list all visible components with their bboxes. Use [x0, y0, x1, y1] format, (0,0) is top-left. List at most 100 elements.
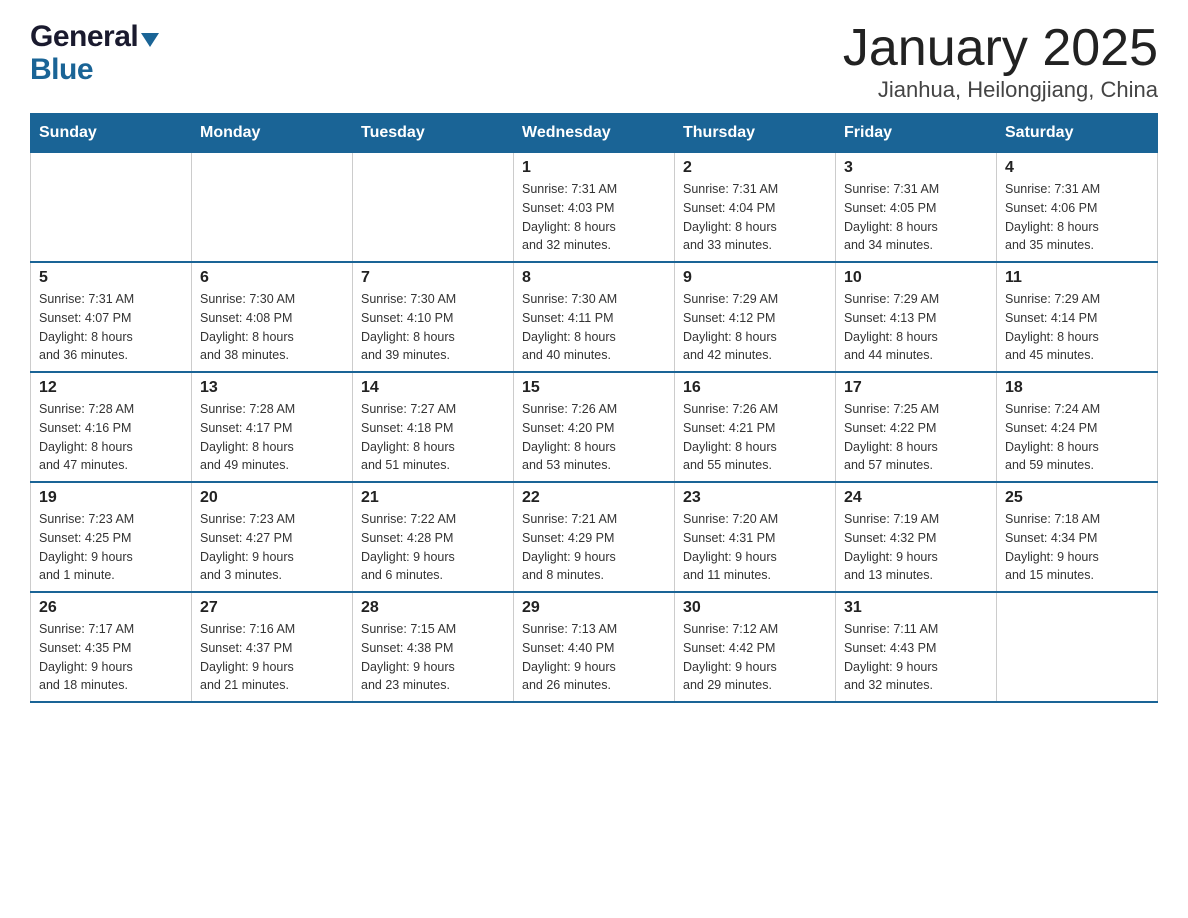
calendar-week-row: 1 Sunrise: 7:31 AMSunset: 4:03 PMDaylight… — [31, 153, 1158, 263]
day-info: Sunrise: 7:31 AMSunset: 4:07 PMDaylight:… — [39, 290, 183, 365]
day-number: 9 — [683, 269, 827, 287]
calendar-cell: 31 Sunrise: 7:11 AMSunset: 4:43 PMDayligh… — [836, 592, 997, 702]
day-info: Sunrise: 7:21 AMSunset: 4:29 PMDaylight:… — [522, 510, 666, 585]
calendar-cell: 11Sunrise: 7:29 AMSunset: 4:14 PMDayligh… — [997, 262, 1158, 372]
day-info: Sunrise: 7:24 AMSunset: 4:24 PMDaylight:… — [1005, 400, 1149, 475]
day-info: Sunrise: 7:15 AMSunset: 4:38 PMDaylight:… — [361, 620, 505, 695]
logo-general-text: General — [30, 20, 138, 53]
calendar-cell: 20 Sunrise: 7:23 AMSunset: 4:27 PMDayligh… — [192, 482, 353, 592]
day-number: 1 — [522, 159, 666, 177]
day-info: Sunrise: 7:18 AMSunset: 4:34 PMDaylight:… — [1005, 510, 1149, 585]
calendar-day-header: Saturday — [997, 114, 1158, 153]
calendar-body: 1 Sunrise: 7:31 AMSunset: 4:03 PMDaylight… — [31, 153, 1158, 703]
calendar-cell: 9 Sunrise: 7:29 AMSunset: 4:12 PMDaylight… — [675, 262, 836, 372]
day-info: Sunrise: 7:23 AMSunset: 4:25 PMDaylight:… — [39, 510, 183, 585]
day-number: 6 — [200, 269, 344, 287]
day-number: 31 — [844, 599, 988, 617]
day-number: 18 — [1005, 379, 1149, 397]
day-info: Sunrise: 7:31 AMSunset: 4:03 PMDaylight:… — [522, 180, 666, 255]
calendar-table: SundayMondayTuesdayWednesdayThursdayFrid… — [30, 113, 1158, 703]
day-info: Sunrise: 7:13 AMSunset: 4:40 PMDaylight:… — [522, 620, 666, 695]
day-info: Sunrise: 7:29 AMSunset: 4:12 PMDaylight:… — [683, 290, 827, 365]
day-number: 15 — [522, 379, 666, 397]
day-number: 24 — [844, 489, 988, 507]
page-title: January 2025 — [843, 20, 1158, 77]
day-number: 13 — [200, 379, 344, 397]
day-number: 3 — [844, 159, 988, 177]
day-number: 30 — [683, 599, 827, 617]
calendar-cell — [997, 592, 1158, 702]
calendar-cell: 24 Sunrise: 7:19 AMSunset: 4:32 PMDayligh… — [836, 482, 997, 592]
day-info: Sunrise: 7:26 AMSunset: 4:20 PMDaylight:… — [522, 400, 666, 475]
day-info: Sunrise: 7:31 AMSunset: 4:06 PMDaylight:… — [1005, 180, 1149, 255]
calendar-cell: 18 Sunrise: 7:24 AMSunset: 4:24 PMDayligh… — [997, 372, 1158, 482]
day-number: 4 — [1005, 159, 1149, 177]
day-number: 26 — [39, 599, 183, 617]
calendar-cell: 26 Sunrise: 7:17 AMSunset: 4:35 PMDayligh… — [31, 592, 192, 702]
day-number: 28 — [361, 599, 505, 617]
day-number: 22 — [522, 489, 666, 507]
calendar-cell: 6Sunrise: 7:30 AMSunset: 4:08 PMDaylight… — [192, 262, 353, 372]
day-number: 14 — [361, 379, 505, 397]
calendar-header: SundayMondayTuesdayWednesdayThursdayFrid… — [31, 114, 1158, 153]
day-number: 10 — [844, 269, 988, 287]
day-number: 21 — [361, 489, 505, 507]
calendar-week-row: 19Sunrise: 7:23 AMSunset: 4:25 PMDayligh… — [31, 482, 1158, 592]
logo-blue-text: Blue — [30, 53, 159, 86]
calendar-cell: 25 Sunrise: 7:18 AMSunset: 4:34 PMDayligh… — [997, 482, 1158, 592]
logo: General Blue — [30, 20, 159, 86]
calendar-week-row: 5 Sunrise: 7:31 AMSunset: 4:07 PMDaylight… — [31, 262, 1158, 372]
day-number: 8 — [522, 269, 666, 287]
day-info: Sunrise: 7:31 AMSunset: 4:05 PMDaylight:… — [844, 180, 988, 255]
day-info: Sunrise: 7:30 AMSunset: 4:10 PMDaylight:… — [361, 290, 505, 365]
day-number: 25 — [1005, 489, 1149, 507]
page-header: General Blue January 2025 Jianhua, Heilo… — [30, 20, 1158, 103]
calendar-cell: 16Sunrise: 7:26 AMSunset: 4:21 PMDayligh… — [675, 372, 836, 482]
day-info: Sunrise: 7:17 AMSunset: 4:35 PMDaylight:… — [39, 620, 183, 695]
calendar-cell: 21 Sunrise: 7:22 AMSunset: 4:28 PMDayligh… — [353, 482, 514, 592]
calendar-cell: 19Sunrise: 7:23 AMSunset: 4:25 PMDayligh… — [31, 482, 192, 592]
day-info: Sunrise: 7:31 AMSunset: 4:04 PMDaylight:… — [683, 180, 827, 255]
day-info: Sunrise: 7:22 AMSunset: 4:28 PMDaylight:… — [361, 510, 505, 585]
day-info: Sunrise: 7:11 AMSunset: 4:43 PMDaylight:… — [844, 620, 988, 695]
calendar-cell: 4 Sunrise: 7:31 AMSunset: 4:06 PMDaylight… — [997, 153, 1158, 263]
title-block: January 2025 Jianhua, Heilongjiang, Chin… — [843, 20, 1158, 103]
calendar-day-header: Sunday — [31, 114, 192, 153]
day-info: Sunrise: 7:16 AMSunset: 4:37 PMDaylight:… — [200, 620, 344, 695]
calendar-cell: 14 Sunrise: 7:27 AMSunset: 4:18 PMDayligh… — [353, 372, 514, 482]
calendar-cell: 3 Sunrise: 7:31 AMSunset: 4:05 PMDaylight… — [836, 153, 997, 263]
calendar-cell: 13Sunrise: 7:28 AMSunset: 4:17 PMDayligh… — [192, 372, 353, 482]
calendar-cell: 23Sunrise: 7:20 AMSunset: 4:31 PMDayligh… — [675, 482, 836, 592]
day-number: 7 — [361, 269, 505, 287]
calendar-day-header: Wednesday — [514, 114, 675, 153]
day-info: Sunrise: 7:27 AMSunset: 4:18 PMDaylight:… — [361, 400, 505, 475]
calendar-cell — [192, 153, 353, 263]
calendar-week-row: 26 Sunrise: 7:17 AMSunset: 4:35 PMDayligh… — [31, 592, 1158, 702]
calendar-cell: 12 Sunrise: 7:28 AMSunset: 4:16 PMDayligh… — [31, 372, 192, 482]
calendar-cell: 1 Sunrise: 7:31 AMSunset: 4:03 PMDaylight… — [514, 153, 675, 263]
calendar-day-header: Tuesday — [353, 114, 514, 153]
day-number: 5 — [39, 269, 183, 287]
calendar-cell: 5 Sunrise: 7:31 AMSunset: 4:07 PMDaylight… — [31, 262, 192, 372]
day-info: Sunrise: 7:25 AMSunset: 4:22 PMDaylight:… — [844, 400, 988, 475]
calendar-cell: 15 Sunrise: 7:26 AMSunset: 4:20 PMDayligh… — [514, 372, 675, 482]
page-subtitle: Jianhua, Heilongjiang, China — [843, 77, 1158, 103]
calendar-day-header: Thursday — [675, 114, 836, 153]
calendar-cell — [353, 153, 514, 263]
day-number: 2 — [683, 159, 827, 177]
day-number: 27 — [200, 599, 344, 617]
day-info: Sunrise: 7:20 AMSunset: 4:31 PMDaylight:… — [683, 510, 827, 585]
day-number: 20 — [200, 489, 344, 507]
calendar-cell: 8Sunrise: 7:30 AMSunset: 4:11 PMDaylight… — [514, 262, 675, 372]
calendar-cell: 27 Sunrise: 7:16 AMSunset: 4:37 PMDayligh… — [192, 592, 353, 702]
day-info: Sunrise: 7:19 AMSunset: 4:32 PMDaylight:… — [844, 510, 988, 585]
day-number: 17 — [844, 379, 988, 397]
day-info: Sunrise: 7:29 AMSunset: 4:13 PMDaylight:… — [844, 290, 988, 365]
day-number: 12 — [39, 379, 183, 397]
calendar-cell: 10 Sunrise: 7:29 AMSunset: 4:13 PMDayligh… — [836, 262, 997, 372]
calendar-cell — [31, 153, 192, 263]
calendar-cell: 22 Sunrise: 7:21 AMSunset: 4:29 PMDayligh… — [514, 482, 675, 592]
day-info: Sunrise: 7:28 AMSunset: 4:16 PMDaylight:… — [39, 400, 183, 475]
calendar-day-header: Monday — [192, 114, 353, 153]
day-info: Sunrise: 7:23 AMSunset: 4:27 PMDaylight:… — [200, 510, 344, 585]
